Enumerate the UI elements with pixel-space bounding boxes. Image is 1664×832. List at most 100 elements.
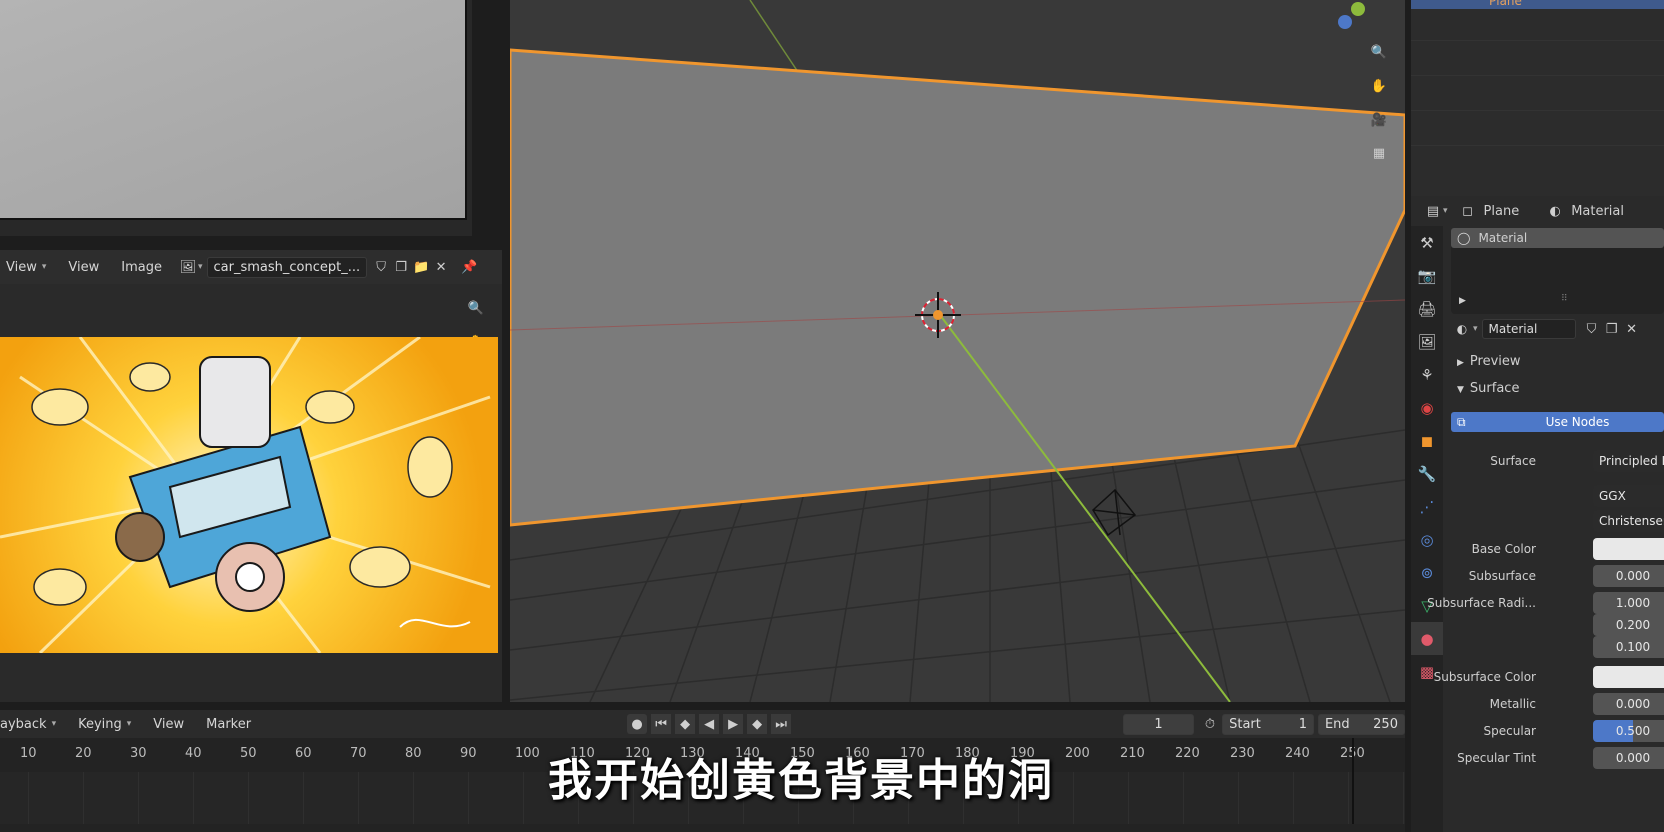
output-tab-icon[interactable]: 🖨 [1411, 292, 1443, 325]
prev-keyframe-icon[interactable]: ◆ [675, 714, 696, 734]
3d-viewport[interactable] [510, 0, 1405, 702]
property-value-field[interactable]: 1.000 [1593, 592, 1664, 614]
marker-menu[interactable]: Marker [206, 717, 251, 732]
expand-arrow-icon[interactable]: ▶ [1459, 296, 1466, 306]
ruler-gridline [303, 772, 304, 824]
ruler-gridline [83, 772, 84, 824]
start-frame-field[interactable]: Start 1 [1222, 713, 1314, 735]
outliner-item-plane-label: Plane [1489, 0, 1522, 8]
stopwatch-icon[interactable]: ⏱ [1202, 714, 1218, 734]
gizmo-z-axis[interactable] [1338, 15, 1352, 29]
chevron-down-icon: ▾ [1443, 206, 1448, 216]
breadcrumb-material[interactable]: Material [1571, 204, 1624, 219]
pan-hand-icon[interactable]: ✋ [1369, 76, 1389, 96]
ruler-tick-label: 10 [20, 746, 37, 761]
zoom-viewport-icon[interactable]: 🔍 [1369, 42, 1389, 62]
property-value-field[interactable] [1593, 666, 1664, 688]
view-menu-2[interactable]: View [68, 260, 99, 275]
image-browse-icon[interactable]: 🖼 [178, 257, 198, 277]
material-tab-icon[interactable]: ● [1411, 622, 1443, 655]
physics-tab-icon[interactable]: ◎ [1411, 523, 1443, 556]
next-keyframe-icon[interactable]: ◆ [747, 714, 768, 734]
ruler-gridline [193, 772, 194, 824]
unlink-close-icon[interactable]: ✕ [1622, 319, 1642, 339]
ruler-tick-label: 40 [185, 746, 202, 761]
image-editor-header: View ▾ View Image 🖼 ▾ car_smash_concept_.… [0, 250, 502, 284]
ruler-tick-label: 70 [350, 746, 367, 761]
particles-tab-icon[interactable]: ⋰ [1411, 490, 1443, 523]
jump-start-icon[interactable]: ⏮ [651, 714, 672, 734]
folder-icon[interactable]: 📁 [411, 257, 431, 277]
render-tab-icon[interactable]: 📷 [1411, 259, 1443, 292]
view-menu[interactable]: View ▾ [6, 260, 46, 275]
ruler-gridline [358, 772, 359, 824]
selected-plane[interactable] [510, 48, 1405, 527]
property-value-field[interactable]: 0.200 [1593, 614, 1664, 636]
property-label: Metallic [1489, 697, 1536, 711]
property-value-field[interactable]: 0.000 [1593, 565, 1664, 587]
timeline-view-menu[interactable]: View [153, 717, 184, 732]
playback-menu[interactable]: ayback ▾ [0, 717, 56, 732]
breadcrumb-object[interactable]: Plane [1484, 204, 1520, 219]
use-nodes-button[interactable]: ⧉ Use Nodes [1451, 412, 1664, 432]
gizmo-y-axis[interactable] [1351, 2, 1365, 16]
shader-property-row: Subsurface Radi... 1.000 [1427, 592, 1664, 614]
chevron-down-icon: ▾ [1473, 324, 1478, 334]
record-icon[interactable]: ● [627, 714, 648, 734]
close-icon[interactable]: ✕ [431, 257, 451, 277]
constraints-tab-icon[interactable]: ⊚ [1411, 556, 1443, 589]
surface-section[interactable]: ▼ Surface [1457, 381, 1519, 396]
scene-tab-icon[interactable]: ⚘ [1411, 358, 1443, 391]
image-name-field[interactable]: car_smash_concept_... [206, 256, 368, 278]
object-icon: ◻ [1462, 203, 1473, 219]
world-tab-icon[interactable]: ◉ [1411, 391, 1443, 424]
subsurface-method-dropdown[interactable]: Christensen [1593, 510, 1664, 532]
distribution-dropdown[interactable]: GGX [1593, 485, 1664, 507]
ruler-tick-label: 20 [75, 746, 92, 761]
material-browse-icon[interactable]: ◐ [1451, 322, 1473, 336]
preview-section[interactable]: ▶ Preview [1457, 354, 1521, 369]
material-slot-list[interactable]: ◯ Material ▶ ⠿ [1451, 228, 1664, 314]
shield-icon[interactable]: ⛉ [371, 257, 391, 277]
object-tab-icon[interactable]: ◼ [1411, 424, 1443, 457]
gray-render [0, 0, 467, 220]
ruler-tick-label: 30 [130, 746, 147, 761]
view-layer-tab-icon[interactable]: 🖼 [1411, 325, 1443, 358]
zoom-icon[interactable]: 🔍 [466, 298, 486, 318]
image-menu[interactable]: Image [121, 260, 162, 275]
play-icon[interactable]: ▶ [723, 714, 744, 734]
shader-property-row: 0.100 [1451, 636, 1664, 658]
property-value-field[interactable]: 0.000 [1593, 693, 1664, 715]
divider [1411, 40, 1664, 41]
camera-view-icon[interactable]: 🎥 [1369, 110, 1389, 130]
property-value-field[interactable]: 0.500 [1593, 720, 1664, 742]
current-frame-field[interactable]: 1 [1123, 713, 1194, 735]
material-name-field[interactable]: Material [1481, 319, 1576, 339]
editor-type-icon[interactable]: ▤ [1423, 201, 1443, 221]
outliner-row-plane[interactable] [1411, 0, 1664, 9]
distribution-row: GGX [1451, 485, 1664, 507]
pin-icon[interactable]: 📌 [459, 257, 479, 277]
properties-header: ▤ ▾ ◻ Plane ◐ Material [1411, 196, 1664, 226]
end-frame-field[interactable]: End 250 [1317, 713, 1405, 735]
ruler-gridline [1073, 772, 1074, 824]
video-subtitle: 我开始创黄色背景中的洞 [548, 755, 1054, 806]
property-value-field[interactable]: 0.100 [1593, 636, 1664, 658]
drag-handle-icon[interactable]: ⠿ [1561, 294, 1568, 304]
surface-shader-field[interactable]: Principled B [1593, 450, 1664, 472]
ruler-gridline [1183, 772, 1184, 824]
play-reverse-icon[interactable]: ◀ [699, 714, 720, 734]
duplicate-icon[interactable]: ❐ [391, 257, 411, 277]
collapsed-arrow-icon: ▶ [1457, 358, 1464, 368]
property-value-field[interactable]: 0.000 [1593, 747, 1664, 769]
surface-shader-row: Surface Principled B [1451, 450, 1664, 472]
material-slot-row[interactable]: ◯ Material [1451, 228, 1664, 248]
fake-user-shield-icon[interactable]: ⛉ [1582, 319, 1602, 339]
modifier-tab-icon[interactable]: 🔧 [1411, 457, 1443, 490]
tool-tab-icon[interactable]: ⚒ [1411, 226, 1443, 259]
property-value-field[interactable] [1593, 538, 1664, 560]
jump-end-icon[interactable]: ⏭ [771, 714, 792, 734]
grid-view-icon[interactable]: ▦ [1369, 143, 1389, 163]
new-material-icon[interactable]: ❐ [1602, 319, 1622, 339]
keying-menu[interactable]: Keying ▾ [78, 717, 131, 732]
